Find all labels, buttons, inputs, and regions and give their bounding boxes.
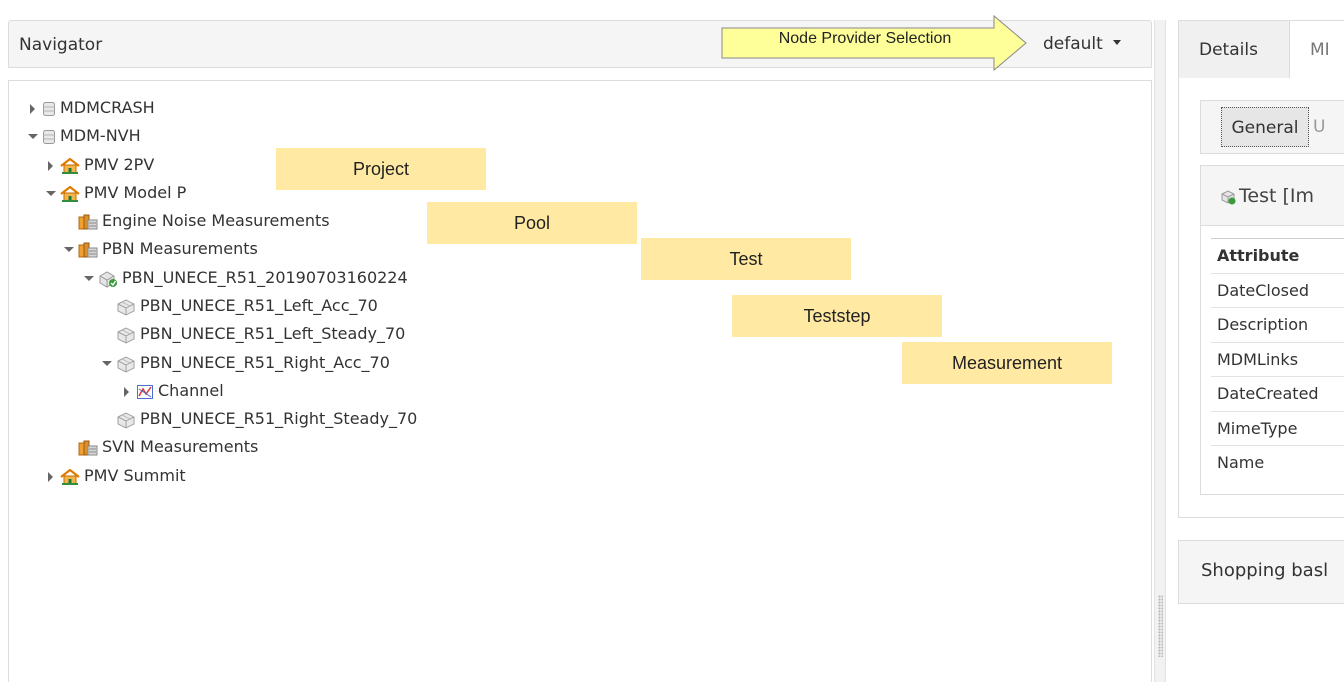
attribute-row[interactable]: Name: [1211, 445, 1344, 480]
tree-node[interactable]: PBN_UNECE_R51_20190703160224: [82, 265, 408, 291]
expand-right-icon[interactable]: [120, 385, 134, 399]
pool-annotation: Pool: [427, 202, 637, 244]
teststep-icon: [116, 298, 136, 316]
measurement-annotation: Measurement: [902, 342, 1112, 384]
attribute-row[interactable]: MDMLinks: [1211, 341, 1344, 377]
database-icon: [42, 129, 56, 145]
tree-node[interactable]: MDM-NVH: [26, 123, 141, 149]
tree-node-label: SVN Measurements: [102, 437, 259, 456]
tree-node-label: PBN_UNECE_R51_20190703160224: [122, 268, 408, 287]
tree-node-label: Channel: [158, 381, 224, 400]
tree-node[interactable]: PMV Summit: [44, 463, 186, 489]
details-subtabs: General U: [1200, 100, 1344, 154]
expand-down-icon[interactable]: [44, 187, 58, 201]
tree-node[interactable]: PMV 2PV: [44, 152, 154, 178]
tree-node[interactable]: PBN_UNECE_R51_Left_Steady_70: [100, 321, 405, 347]
attribute-row[interactable]: DateClosed: [1211, 272, 1344, 308]
node-provider-annotation: Node Provider Selection: [778, 30, 952, 47]
attribute-row[interactable]: DateCreated: [1211, 376, 1344, 411]
project-icon: [60, 157, 80, 174]
attribute-panel: Test [Im Attribute DateClosed Descriptio…: [1200, 165, 1344, 495]
teststep-annotation: Teststep: [732, 295, 942, 337]
project-icon: [60, 185, 80, 202]
tree-node-label: PMV 2PV: [84, 155, 155, 174]
pool-icon: [78, 214, 98, 230]
expand-right-icon[interactable]: [44, 159, 58, 173]
test-annotation: Test: [641, 238, 851, 280]
attribute-panel-title: Test [Im: [1239, 185, 1314, 207]
expand-right-icon[interactable]: [26, 102, 40, 116]
subtab-general[interactable]: General: [1221, 107, 1309, 147]
teststep-icon: [116, 355, 136, 373]
tree-node-label: MDM-NVH: [60, 126, 141, 145]
subtab-u[interactable]: U: [1313, 107, 1325, 147]
panel-splitter[interactable]: [1154, 20, 1166, 682]
test-icon: [1219, 188, 1237, 206]
tree-node[interactable]: PBN Measurements: [62, 236, 258, 262]
tree-node[interactable]: PBN_UNECE_R51_Left_Acc_70: [100, 293, 378, 319]
tree-node[interactable]: PBN_UNECE_R51_Right_Steady_70: [100, 406, 417, 432]
tree-node-label: PBN_UNECE_R51_Left_Steady_70: [140, 324, 406, 343]
tree-node-label: PMV Summit: [84, 466, 186, 485]
tree-node-label: PBN_UNECE_R51_Left_Acc_70: [140, 296, 378, 315]
tree-node-label: PBN_UNECE_R51_Right_Acc_70: [140, 353, 390, 372]
expand-down-icon[interactable]: [82, 272, 96, 286]
navigator-title: Navigator: [19, 35, 103, 55]
test-icon: [98, 270, 118, 288]
pool-icon: [78, 242, 98, 258]
teststep-icon: [116, 326, 136, 344]
tree-node-label: PMV Model P: [84, 183, 187, 202]
node-provider-dropdown[interactable]: default: [1043, 34, 1121, 54]
project-icon: [60, 468, 80, 485]
expand-down-icon[interactable]: [62, 243, 76, 257]
project-annotation: Project: [276, 148, 486, 190]
tree-node[interactable]: Engine Noise Measurements: [62, 208, 330, 234]
details-tab-bar: Details MI: [1178, 20, 1344, 79]
tree-node-label: PBN Measurements: [102, 239, 258, 258]
expand-down-icon[interactable]: [100, 357, 114, 371]
tab-mi[interactable]: MI: [1289, 21, 1344, 79]
teststep-icon: [116, 411, 136, 429]
tree-node[interactable]: PMV Model P: [44, 180, 186, 206]
attribute-column-header: Attribute: [1211, 238, 1344, 273]
attribute-row[interactable]: MimeType: [1211, 410, 1344, 446]
expand-down-icon[interactable]: [26, 130, 40, 144]
tab-details[interactable]: Details: [1179, 21, 1289, 79]
pool-icon: [78, 440, 98, 456]
shopping-basket-panel[interactable]: Shopping basl: [1178, 540, 1344, 604]
tree-node[interactable]: Channel: [120, 378, 224, 404]
tree-node-label: Engine Noise Measurements: [102, 211, 330, 230]
details-panel: Details MI General U Test [Im Attribute …: [1178, 20, 1344, 682]
tree-node[interactable]: PBN_UNECE_R51_Right_Acc_70: [100, 350, 390, 376]
tree-node-label: PBN_UNECE_R51_Right_Steady_70: [140, 409, 418, 428]
database-icon: [42, 101, 56, 117]
attribute-table: Attribute DateClosed Description MDMLink…: [1211, 238, 1344, 480]
tree-node[interactable]: MDMCRASH: [26, 95, 155, 121]
tree-node[interactable]: SVN Measurements: [62, 434, 258, 460]
attribute-panel-header: Test [Im: [1201, 166, 1344, 226]
caret-down-icon: [1112, 39, 1121, 45]
tree-node-label: MDMCRASH: [60, 98, 155, 117]
expand-right-icon[interactable]: [44, 470, 58, 484]
channel-icon: [136, 384, 154, 400]
node-provider-value: default: [1043, 34, 1103, 54]
splitter-grip-icon[interactable]: [1158, 595, 1163, 657]
attribute-row[interactable]: Description: [1211, 307, 1344, 342]
